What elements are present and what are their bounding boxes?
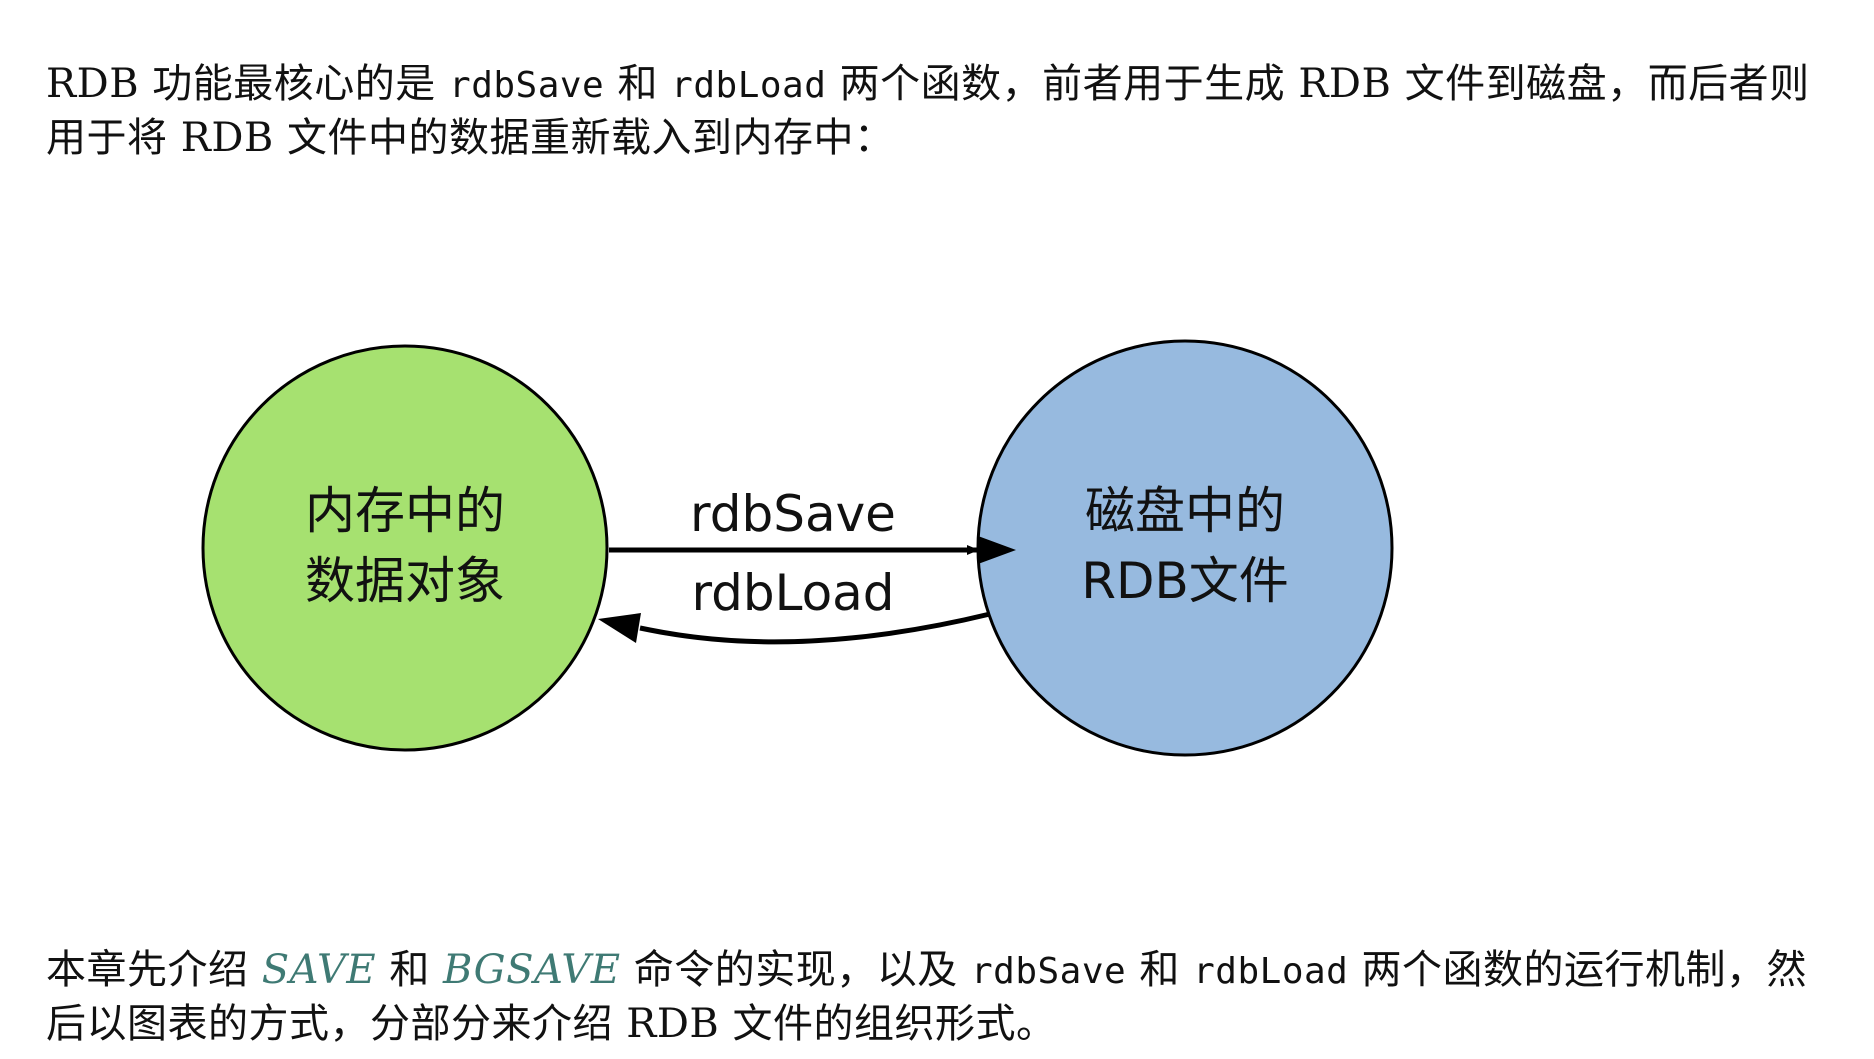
- disk-node-label-line1: 磁盘中的: [1085, 482, 1285, 540]
- outro-text-2: 和: [376, 947, 444, 993]
- outro-paragraph: 本章先介绍 SAVE 和 BGSAVE 命令的实现，以及 rdbSave 和 r…: [46, 944, 1826, 1051]
- outro-cmd-save: SAVE: [261, 947, 377, 993]
- rdbload-edge-label: rdbLoad: [691, 564, 894, 622]
- memory-node-label-line1: 内存中的: [305, 482, 505, 540]
- outro-cmd-bgsave: BGSAVE: [443, 947, 621, 993]
- outro-text-4: 和: [1126, 947, 1194, 993]
- disk-node-label-line2: RDB文件: [1081, 552, 1289, 610]
- rdb-diagram: 内存中的 数据对象 磁盘中的 RDB文件 rdbSave rdbLoad: [201, 339, 1394, 757]
- outro-text-3: 命令的实现，以及: [620, 947, 971, 993]
- rdbsave-edge-label: rdbSave: [690, 485, 896, 543]
- rdbload-arrowhead: [598, 613, 641, 643]
- memory-node-circle: [201, 344, 609, 752]
- outro-text-1: 本章先介绍: [46, 947, 262, 993]
- outro-code-rdbload: rdbLoad: [1193, 951, 1349, 992]
- outro-code-rdbsave: rdbSave: [970, 951, 1127, 992]
- disk-node-circle: [976, 339, 1394, 757]
- memory-node-label-line2: 数据对象: [305, 552, 505, 610]
